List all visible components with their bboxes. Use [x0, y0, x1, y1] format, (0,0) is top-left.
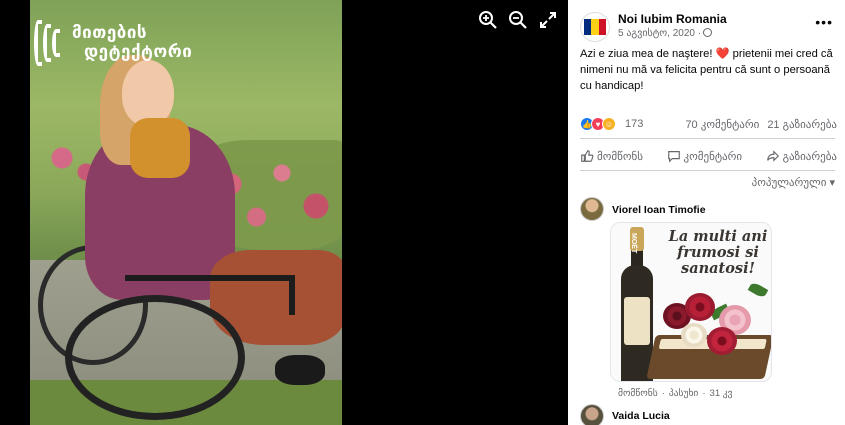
comment-button-label: კომენტარი: [683, 150, 743, 163]
post-panel: Noi Iubim Romania 5 აგვისტო, 2020 · ••• …: [568, 0, 845, 425]
watermark-logo: მითების დეტექტორი: [34, 20, 192, 66]
share-button-label: გაზიარება: [782, 150, 837, 163]
stats-right: 70 კომენტარი 21 გაზიარება: [685, 118, 837, 131]
post-stats: 👍 ♥ ☺ 173 70 კომენტარი 21 გაზიარება: [580, 115, 837, 133]
logo-mark-icon: [34, 20, 68, 66]
viewer-toolbar: [478, 10, 558, 30]
sort-label: პოპულარული: [751, 177, 827, 189]
comment-meta: მომწონს · პასუხი · 31 კვ: [618, 388, 736, 399]
rose-red: [685, 293, 715, 321]
like-thumb-icon: [581, 150, 594, 162]
stats-divider: [580, 138, 835, 139]
meta-dot: ·: [661, 388, 665, 399]
greeting-text: La multi ani frumosi si sanatosi!: [668, 228, 768, 277]
rose-red-front: [707, 327, 737, 355]
heart-emoji-icon: ❤️: [715, 48, 730, 60]
post-header: Noi Iubim Romania 5 აგვისტო, 2020 · •••: [580, 10, 835, 46]
zoom-in-icon[interactable]: [478, 10, 498, 30]
more-options-icon[interactable]: •••: [815, 14, 833, 30]
shares-count[interactable]: 21 გაზიარება: [767, 118, 837, 131]
photo-face: [122, 60, 174, 126]
romania-flag-icon: [584, 19, 606, 35]
chevron-down-icon: ▾: [829, 177, 835, 189]
share-button[interactable]: გაზიარება: [766, 149, 837, 163]
meta-dot-2: ·: [702, 388, 706, 399]
photo-wheelchair-wheel: [65, 295, 245, 420]
comment-reply-link[interactable]: პასუხი: [669, 388, 698, 399]
post-text-part-1: Azi e ziua mea de naştere!: [580, 48, 716, 60]
comment-time[interactable]: 31 კვ: [710, 388, 733, 399]
comment-image[interactable]: MOËT La multi ani frumosi si sanatosi!: [610, 222, 772, 382]
post-date-text: 5 აგვისტო, 2020 ·: [618, 28, 702, 39]
rose-white: [681, 323, 707, 347]
comment-sort-dropdown[interactable]: პოპულარული ▾: [752, 176, 835, 189]
post-actions: მომწონს კომენტარი გაზიარება: [580, 144, 837, 168]
photo-viewer: მითების დეტექტორი: [0, 0, 568, 425]
flag-stripe-red: [598, 19, 606, 35]
care-reaction-icon: ☺: [602, 117, 616, 131]
fullscreen-icon[interactable]: [538, 10, 558, 30]
photo-shoes: [275, 355, 325, 385]
photo-sweater: [130, 118, 190, 178]
reaction-icons[interactable]: 👍 ♥ ☺: [580, 117, 616, 131]
comment-like-link[interactable]: მომწონს: [618, 388, 658, 399]
commenter-avatar[interactable]: [580, 197, 604, 221]
comment-bubble-icon: [667, 151, 680, 163]
logo-text: მითების დეტექტორი: [72, 24, 192, 62]
zoom-out-icon[interactable]: [508, 10, 528, 30]
logo-line-1: მითების: [72, 23, 148, 43]
page-name-link[interactable]: Noi Iubim Romania: [618, 12, 727, 26]
post-text: Azi e ziua mea de naştere! ❤️ prietenii …: [580, 46, 838, 94]
comment-button[interactable]: კომენტარი: [667, 149, 743, 163]
flag-stripe-blue: [584, 19, 592, 35]
champagne-bottle-image: MOËT: [621, 227, 653, 381]
actions-divider: [580, 170, 835, 171]
like-button-label: მომწონს: [597, 150, 643, 163]
page-avatar[interactable]: [580, 12, 610, 42]
share-arrow-icon: [766, 150, 779, 162]
commenter-avatar-2[interactable]: [580, 404, 604, 425]
commenter-name[interactable]: Viorel Ioan Timofie: [612, 204, 706, 216]
reaction-count[interactable]: 173: [625, 118, 643, 130]
globe-icon: [703, 28, 713, 37]
commenter-name-2[interactable]: Vaida Lucia: [612, 410, 670, 422]
like-button[interactable]: მომწონს: [580, 149, 643, 163]
bottle-label-text: MOËT: [630, 233, 637, 254]
flag-stripe-yellow: [591, 19, 599, 35]
comments-count[interactable]: 70 კომენტარი: [685, 118, 759, 131]
logo-line-2: დეტექტორი: [84, 42, 193, 62]
post-date[interactable]: 5 აგვისტო, 2020 ·: [618, 28, 713, 39]
